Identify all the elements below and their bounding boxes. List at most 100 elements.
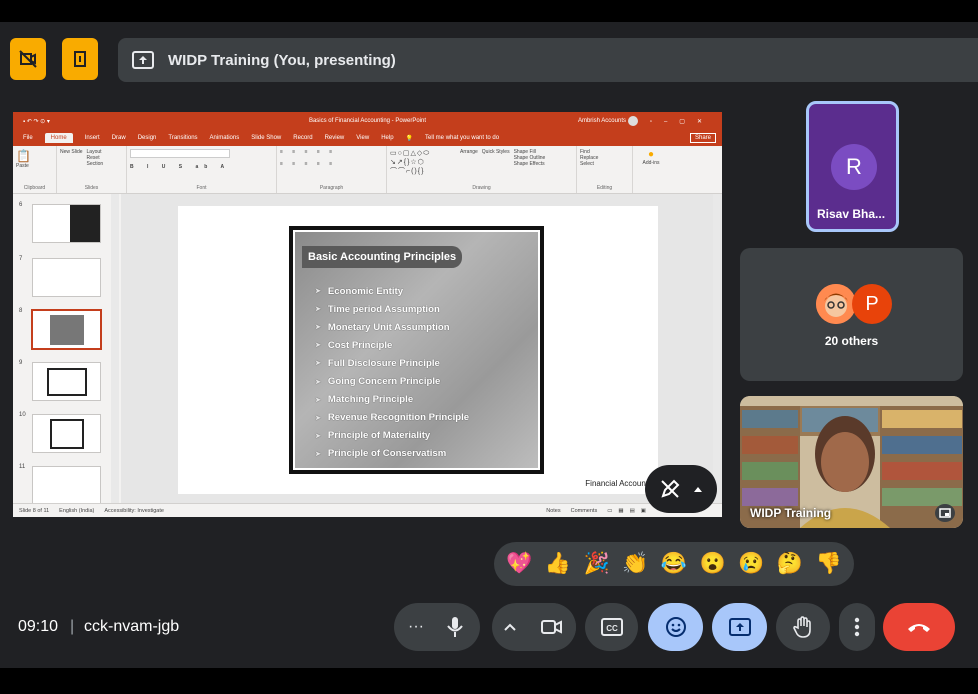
slide-thumbnail-10[interactable] bbox=[32, 414, 101, 453]
present-button[interactable] bbox=[712, 603, 767, 651]
tab-transitions[interactable]: Transitions bbox=[168, 135, 197, 141]
more-options-button[interactable] bbox=[839, 603, 875, 651]
bullet-icon: ➤ bbox=[315, 324, 321, 332]
presenting-title: WIDP Training (You, presenting) bbox=[168, 51, 396, 69]
annotate-pen-icon bbox=[661, 479, 680, 498]
slide-counter: Slide 8 of 11 bbox=[19, 507, 50, 514]
captions-button[interactable]: CC bbox=[585, 603, 638, 651]
bullet-icon: ➤ bbox=[315, 288, 321, 296]
tab-slide-show[interactable]: Slide Show bbox=[251, 135, 281, 141]
thumb-number: 9 bbox=[19, 360, 23, 366]
thumb-number: 6 bbox=[19, 202, 23, 208]
slide-thumbnails-pane: 6 7 8 9 10 11 bbox=[13, 194, 121, 503]
tab-help[interactable]: Help bbox=[381, 135, 393, 141]
chevron-up-icon[interactable] bbox=[504, 623, 516, 631]
accessibility-status[interactable]: Accessibility: Investigate bbox=[104, 508, 164, 514]
tab-file[interactable]: File bbox=[23, 135, 33, 141]
reaction-party-popper[interactable]: 🎉 bbox=[580, 552, 614, 576]
camera-button[interactable] bbox=[528, 603, 576, 651]
shapes-gallery[interactable]: ▭○▢△◇⬭ ↘↗{}☆⬡ ⌒⌒⌐(){} bbox=[390, 149, 456, 190]
list-item: ➤ Revenue Recognition Principle bbox=[315, 412, 470, 424]
bullet-icon: ➤ bbox=[315, 360, 321, 368]
quick-styles-button[interactable]: Quick Styles bbox=[482, 149, 510, 190]
paragraph-buttons[interactable]: ≡ ≡ ≡ ≡ ≡ bbox=[280, 149, 383, 155]
reaction-clap[interactable]: 👏 bbox=[618, 552, 652, 576]
participant-name: WIDP Training bbox=[750, 506, 832, 520]
list-item: ➤ Matching Principle bbox=[315, 394, 414, 406]
tab-view[interactable]: View bbox=[356, 135, 369, 141]
ribbon-group-paragraph: ≡ ≡ ≡ ≡ ≡ ≡ ≡ ≡ ≡ ≡ Paragraph bbox=[277, 146, 387, 193]
paste-button[interactable]: Paste bbox=[16, 163, 53, 169]
tab-draw[interactable]: Draw bbox=[112, 135, 126, 141]
language[interactable]: English (India) bbox=[59, 508, 94, 514]
group-label: Drawing bbox=[472, 185, 491, 191]
tab-animations[interactable]: Animations bbox=[210, 135, 240, 141]
participant-tile-camera[interactable]: WIDP Training bbox=[740, 396, 963, 528]
raise-hand-button[interactable] bbox=[776, 603, 830, 651]
align-buttons[interactable]: ≡ ≡ ≡ ≡ ≡ bbox=[280, 161, 383, 167]
notes-button[interactable]: Notes bbox=[546, 508, 560, 514]
slide-content: Basic Accounting Principles ➤ Economic En… bbox=[293, 230, 540, 470]
thumb-number: 11 bbox=[19, 464, 26, 470]
ribbon-group-clipboard: 📋 Paste Clipboard bbox=[13, 146, 57, 193]
list-item: ➤ Monetary Unit Assumption bbox=[315, 321, 450, 333]
reaction-surprised[interactable]: 😮 bbox=[696, 552, 730, 576]
arrange-button[interactable]: Arrange bbox=[460, 149, 478, 190]
slide-thumbnail-6[interactable] bbox=[32, 204, 101, 243]
tab-record[interactable]: Record bbox=[293, 135, 312, 141]
section-button[interactable]: Section bbox=[87, 161, 104, 167]
microphone-icon[interactable] bbox=[446, 616, 464, 638]
slide-thumbnail-11[interactable] bbox=[32, 466, 101, 503]
smiley-face-icon bbox=[665, 617, 686, 637]
font-name-box[interactable] bbox=[130, 149, 230, 158]
thumbnails-scrollbar[interactable] bbox=[111, 194, 119, 503]
tab-home[interactable]: Home bbox=[44, 133, 73, 143]
annotate-toolbar[interactable] bbox=[645, 465, 717, 513]
present-screen-icon bbox=[728, 618, 751, 636]
share-button[interactable]: Share bbox=[689, 133, 716, 143]
select-button[interactable]: Select bbox=[580, 161, 629, 167]
view-buttons[interactable]: ▭▦▤▣ bbox=[607, 508, 652, 514]
participant-tile-risav[interactable]: R Risav Bha... bbox=[806, 101, 899, 232]
slide-thumbnail-7[interactable] bbox=[32, 258, 101, 297]
slide-thumbnail-9[interactable] bbox=[32, 362, 101, 401]
emoji-reactions-button[interactable] bbox=[648, 603, 703, 651]
tell-me-box[interactable]: Tell me what you want to do bbox=[425, 135, 499, 141]
font-format-buttons[interactable]: B I U S ab A bbox=[130, 164, 273, 170]
comments-button[interactable]: Comments bbox=[571, 508, 598, 514]
ppt-ribbon-tabs: File Home Insert Draw Design Transitions… bbox=[13, 130, 722, 146]
shared-screen-powerpoint: ▪ ↶ ↷ ⊙ ▾ Basics of Financial Accounting… bbox=[13, 112, 722, 517]
bullet-icon: ➤ bbox=[315, 432, 321, 440]
reaction-thumbs-up[interactable]: 👍 bbox=[541, 552, 575, 576]
new-slide-button[interactable]: New Slide bbox=[60, 149, 83, 167]
reaction-sparkling-heart[interactable]: 💖 bbox=[502, 552, 536, 576]
others-tile[interactable]: P 20 others bbox=[740, 248, 963, 381]
leave-call-button[interactable] bbox=[883, 603, 955, 651]
reaction-sad[interactable]: 😢 bbox=[734, 552, 768, 576]
ppt-user: Ambrish Accounts bbox=[577, 118, 626, 124]
addins-button[interactable]: Add-ins bbox=[636, 160, 666, 166]
tab-insert[interactable]: Insert bbox=[85, 135, 100, 141]
slide-thumbnail-8[interactable] bbox=[31, 309, 102, 350]
canvas-scrollbar[interactable] bbox=[713, 194, 720, 503]
separator: | bbox=[70, 618, 75, 635]
others-count: 20 others bbox=[824, 334, 879, 348]
svg-text:CC: CC bbox=[606, 624, 618, 633]
shape-effects-button[interactable]: Shape Effects bbox=[514, 161, 546, 167]
lightbulb-icon: 💡 bbox=[405, 135, 414, 142]
tab-design[interactable]: Design bbox=[138, 135, 157, 141]
breakout-room-button[interactable] bbox=[62, 38, 98, 80]
list-item: ➤ Time period Assumption bbox=[315, 303, 440, 315]
reaction-thinking[interactable]: 🤔 bbox=[773, 552, 807, 576]
no-recording-button[interactable] bbox=[10, 38, 46, 80]
audio-options-button[interactable]: ··· bbox=[408, 618, 424, 636]
window-controls[interactable]: ▫–▢✕ bbox=[650, 118, 714, 125]
pin-button[interactable] bbox=[935, 504, 955, 522]
group-label: Font bbox=[196, 185, 207, 191]
reaction-tears-of-joy[interactable]: 😂 bbox=[657, 552, 691, 576]
end-call-icon bbox=[908, 624, 930, 632]
addins-icon: ● bbox=[647, 149, 655, 160]
ribbon-group-font: B I U S ab A Font bbox=[127, 146, 277, 193]
tab-review[interactable]: Review bbox=[325, 135, 345, 141]
reaction-thumbs-down[interactable]: 👎 bbox=[812, 552, 846, 576]
